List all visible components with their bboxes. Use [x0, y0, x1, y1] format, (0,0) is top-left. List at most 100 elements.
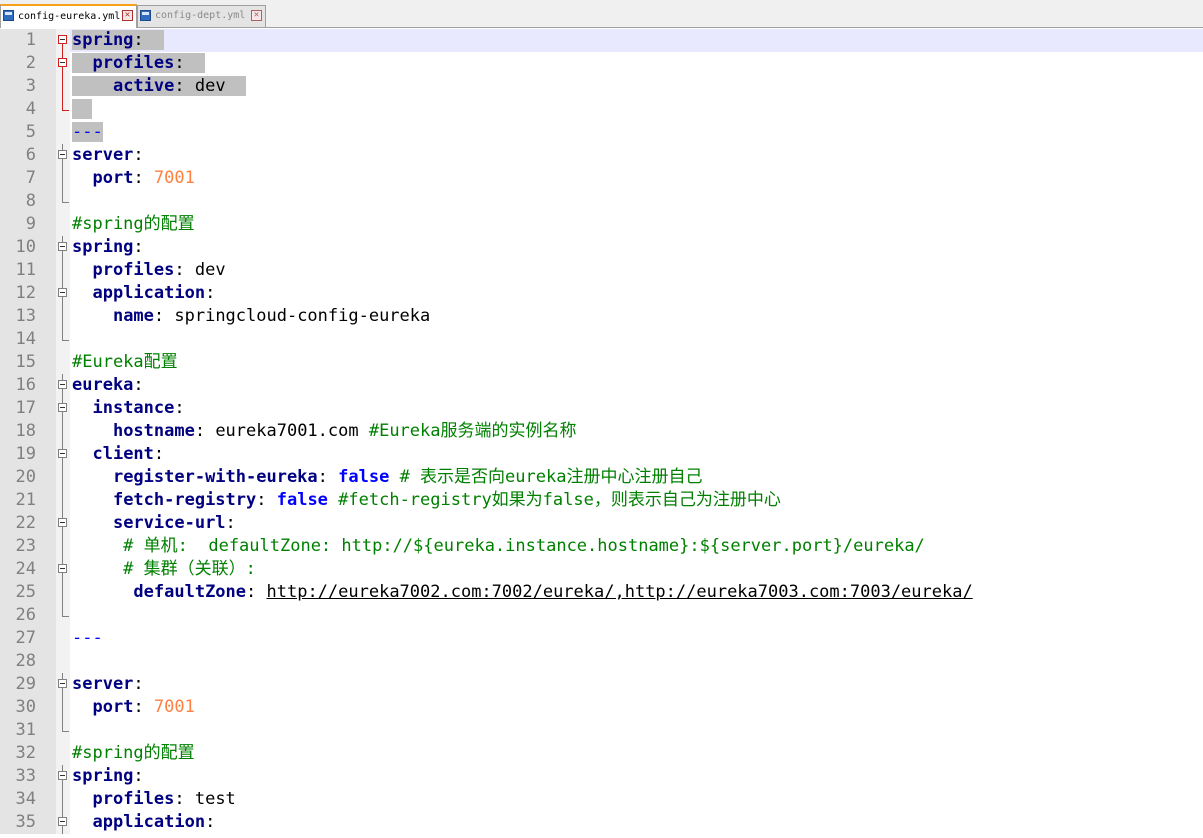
fold-toggle-icon[interactable] [58, 449, 67, 458]
code-line[interactable]: 10 spring: [0, 236, 1203, 259]
code-line[interactable]: 12 application: [0, 282, 1203, 305]
code-line[interactable]: 26 [0, 604, 1203, 627]
code-line[interactable]: 3 active: dev [0, 75, 1203, 98]
code-text[interactable]: port: 7001 [72, 696, 194, 719]
fold-toggle-icon[interactable] [58, 564, 67, 573]
code-text[interactable]: instance: [72, 397, 184, 420]
fold-toggle-icon[interactable] [58, 288, 67, 297]
code-line[interactable]: 33 spring: [0, 765, 1203, 788]
value-token: : eureka7001.com [194, 421, 369, 441]
value-token: : dev [174, 260, 226, 280]
code-line[interactable]: 27 --- [0, 627, 1203, 650]
value-token [72, 513, 113, 533]
fold-toggle-icon[interactable] [58, 518, 67, 527]
code-text[interactable]: application: [72, 811, 215, 834]
code-line[interactable]: 9 #spring的配置 [0, 213, 1203, 236]
close-icon[interactable]: ✕ [122, 10, 133, 21]
code-text[interactable]: #spring的配置 [72, 213, 195, 236]
code-line[interactable]: 18 hostname: eureka7001.com #Eureka服务端的实… [0, 420, 1203, 443]
code-text[interactable]: port: 7001 [72, 167, 194, 190]
code-text[interactable]: # 集群（关联）: [72, 558, 256, 581]
code-text[interactable]: service-url: [72, 512, 236, 535]
code-line[interactable]: 19 client: [0, 443, 1203, 466]
code-line[interactable]: 34 profiles: test [0, 788, 1203, 811]
value-token [72, 789, 92, 809]
code-text[interactable]: server: [72, 673, 144, 696]
value-token [72, 467, 113, 487]
code-text[interactable]: defaultZone: http://eureka7002.com:7002/… [72, 581, 972, 604]
code-line[interactable]: 32 #spring的配置 [0, 742, 1203, 765]
code-text[interactable]: #spring的配置 [72, 742, 195, 765]
code-line[interactable]: 29 server: [0, 673, 1203, 696]
code-text[interactable]: server: [72, 144, 144, 167]
tab-config-eureka[interactable]: config-eureka.yml ✕ [0, 4, 137, 28]
code-text[interactable]: --- [72, 627, 103, 650]
fold-toggle-icon[interactable] [58, 35, 67, 44]
code-line[interactable]: 16 eureka: [0, 374, 1203, 397]
fold-toggle-icon[interactable] [58, 817, 67, 826]
code-line[interactable]: 1 spring: [0, 29, 1203, 52]
code-text[interactable]: #Eureka配置 [72, 351, 178, 374]
line-number: 33 [0, 765, 56, 788]
code-editor[interactable]: 1 spring: 2 profiles: 3 active: dev 4 5 --… [0, 29, 1203, 838]
code-text[interactable]: active: dev [72, 75, 247, 98]
code-text[interactable]: # 单机: defaultZone: http://${eureka.insta… [72, 535, 925, 558]
fold-toggle-icon[interactable] [58, 150, 67, 159]
code-text[interactable]: profiles: [72, 52, 206, 75]
fold-margin [56, 420, 70, 443]
tab-config-dept[interactable]: config-dept.yml ✕ [137, 5, 266, 27]
code-line[interactable]: 23 # 单机: defaultZone: http://${eureka.in… [0, 535, 1203, 558]
code-line[interactable]: 21 fetch-registry: false #fetch-registry… [0, 489, 1203, 512]
code-text[interactable]: fetch-registry: false #fetch-registry如果为… [72, 489, 781, 512]
code-line[interactable]: 31 [0, 719, 1203, 742]
code-line[interactable]: 8 [0, 190, 1203, 213]
fold-toggle-icon[interactable] [58, 242, 67, 251]
code-line[interactable]: 13 name: springcloud-config-eureka [0, 305, 1203, 328]
value-token [72, 490, 113, 510]
code-text[interactable]: profiles: dev [72, 259, 226, 282]
comment-token: #spring的配置 [72, 743, 195, 763]
fold-toggle-icon[interactable] [58, 679, 67, 688]
line-number: 25 [0, 581, 56, 604]
fold-toggle-icon[interactable] [58, 771, 67, 780]
fold-toggle-icon[interactable] [58, 380, 67, 389]
code-text[interactable]: profiles: test [72, 788, 235, 811]
code-line[interactable]: 17 instance: [0, 397, 1203, 420]
code-text[interactable]: spring: [72, 765, 144, 788]
code-line[interactable]: 14 [0, 328, 1203, 351]
key-token: server [72, 145, 134, 165]
code-text[interactable]: --- [72, 121, 103, 144]
code-text[interactable]: client: [72, 443, 164, 466]
code-text[interactable]: name: springcloud-config-eureka [72, 305, 430, 328]
code-line[interactable]: 11 profiles: dev [0, 259, 1203, 282]
fold-toggle-icon[interactable] [58, 58, 67, 67]
code-text[interactable]: application: [72, 282, 215, 305]
code-line[interactable]: 4 [0, 98, 1203, 121]
line-number: 35 [0, 811, 56, 834]
value-token: : [153, 444, 165, 464]
key-token: fetch-registry [112, 490, 257, 510]
fold-toggle-icon[interactable] [58, 403, 67, 412]
line-number: 32 [0, 742, 56, 765]
line-number: 29 [0, 673, 56, 696]
code-line[interactable]: 25 defaultZone: http://eureka7002.com:70… [0, 581, 1203, 604]
code-line[interactable]: 6 server: [0, 144, 1203, 167]
code-line[interactable]: 22 service-url: [0, 512, 1203, 535]
code-line[interactable]: 24 # 集群（关联）: [0, 558, 1203, 581]
code-text[interactable] [72, 98, 93, 121]
code-line[interactable]: 35 application: [0, 811, 1203, 834]
code-line[interactable]: 20 register-with-eureka: false # 表示是否向eu… [0, 466, 1203, 489]
code-line[interactable]: 15 #Eureka配置 [0, 351, 1203, 374]
code-text[interactable]: eureka: [72, 374, 144, 397]
code-line[interactable]: 5 --- [0, 121, 1203, 144]
code-text[interactable]: spring: [72, 236, 144, 259]
code-text[interactable]: spring: [72, 29, 165, 52]
code-line[interactable]: 7 port: 7001 [0, 167, 1203, 190]
code-line[interactable]: 30 port: 7001 [0, 696, 1203, 719]
code-text[interactable]: register-with-eureka: false # 表示是否向eurek… [72, 466, 703, 489]
code-text[interactable]: hostname: eureka7001.com #Eureka服务端的实例名称 [72, 420, 577, 443]
code-line[interactable]: 28 [0, 650, 1203, 673]
code-line[interactable]: 2 profiles: [0, 52, 1203, 75]
value-token: : [133, 674, 144, 694]
close-icon[interactable]: ✕ [251, 10, 262, 21]
